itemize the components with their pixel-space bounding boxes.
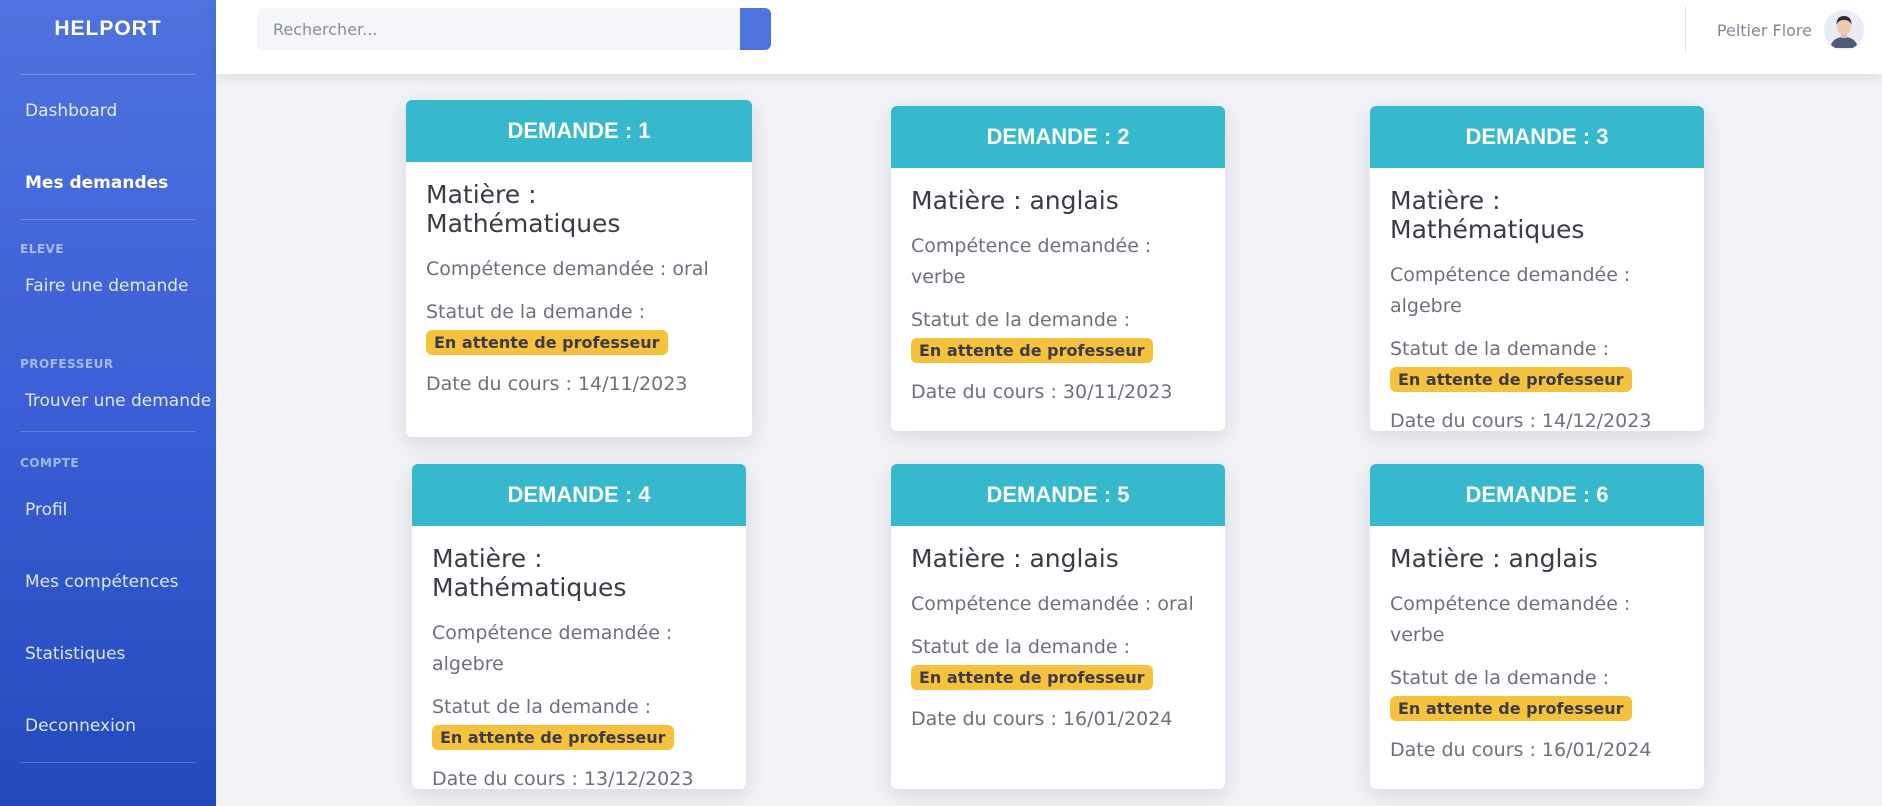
card-date: Date du cours : 16/01/2024 <box>1390 739 1652 761</box>
card-status-label: Statut de la demande : <box>432 696 652 718</box>
request-card: DEMANDE : 1 Matière : Mathématiques Comp… <box>406 100 752 437</box>
card-status-label: Statut de la demande : <box>1390 338 1610 360</box>
user-menu[interactable]: Peltier Flore <box>1717 10 1864 50</box>
sidebar: HELPORT Dashboard Mes demandes ELEVE Fai… <box>0 0 216 806</box>
sidebar-item-deconnexion[interactable]: Deconnexion <box>0 690 216 762</box>
card-header: DEMANDE : 2 <box>891 106 1225 168</box>
request-card: DEMANDE : 3 Matière : Mathématiques Comp… <box>1370 106 1704 431</box>
sidebar-heading-compte: COMPTE <box>20 456 80 470</box>
card-header: DEMANDE : 4 <box>412 464 746 526</box>
card-date: Date du cours : 14/11/2023 <box>426 373 688 395</box>
sidebar-heading-professeur: PROFESSEUR <box>20 357 114 371</box>
card-competence: Compétence demandée : oral <box>911 593 1194 615</box>
search-bar <box>257 8 771 50</box>
status-badge: En attente de professeur <box>1390 367 1632 392</box>
topbar: Peltier Flore <box>216 0 1882 74</box>
card-competence: Compétence demandée : verbe <box>1390 593 1631 646</box>
request-card: DEMANDE : 5 Matière : anglais Compétence… <box>891 464 1225 789</box>
sidebar-item-mes-demandes[interactable]: Mes demandes <box>0 147 216 219</box>
topbar-divider <box>1685 6 1686 54</box>
status-badge: En attente de professeur <box>426 330 668 355</box>
card-subject: Matière : Mathématiques <box>426 180 621 238</box>
status-badge: En attente de professeur <box>911 665 1153 690</box>
card-header: DEMANDE : 6 <box>1370 464 1704 526</box>
avatar <box>1824 10 1864 50</box>
card-date: Date du cours : 14/12/2023 <box>1390 410 1652 431</box>
sidebar-item-trouver-demande[interactable]: Trouver une demande <box>0 375 216 427</box>
sidebar-divider <box>20 431 196 432</box>
card-subject: Matière : anglais <box>911 186 1119 215</box>
card-date: Date du cours : 13/12/2023 <box>432 768 694 789</box>
card-competence: Compétence demandée : algebre <box>1390 264 1631 317</box>
card-status-label: Statut de la demande : <box>1390 667 1610 689</box>
card-competence: Compétence demandée : verbe <box>911 235 1152 288</box>
card-status-label: Statut de la demande : <box>426 301 646 323</box>
search-input[interactable] <box>257 8 740 50</box>
card-competence: Compétence demandée : algebre <box>432 622 673 675</box>
card-header: DEMANDE : 5 <box>891 464 1225 526</box>
card-subject: Matière : Mathématiques <box>1390 186 1585 244</box>
card-date: Date du cours : 30/11/2023 <box>911 381 1173 403</box>
sidebar-item-mes-competences[interactable]: Mes compétences <box>0 546 216 618</box>
sidebar-item-statistiques[interactable]: Statistiques <box>0 618 216 690</box>
card-header: DEMANDE : 1 <box>406 100 752 162</box>
card-competence: Compétence demandée : oral <box>426 258 709 280</box>
request-card: DEMANDE : 2 Matière : anglais Compétence… <box>891 106 1225 431</box>
card-subject: Matière : Mathématiques <box>432 544 627 602</box>
search-button[interactable] <box>740 8 771 50</box>
sidebar-heading-eleve: ELEVE <box>20 242 65 256</box>
sidebar-item-faire-demande[interactable]: Faire une demande <box>0 260 216 312</box>
card-header: DEMANDE : 3 <box>1370 106 1704 168</box>
card-subject: Matière : anglais <box>1390 544 1598 573</box>
sidebar-divider <box>20 762 196 763</box>
card-date: Date du cours : 16/01/2024 <box>911 708 1173 730</box>
card-subject: Matière : anglais <box>911 544 1119 573</box>
request-card: DEMANDE : 4 Matière : Mathématiques Comp… <box>412 464 746 789</box>
sidebar-item-profil[interactable]: Profil <box>0 474 216 546</box>
request-card: DEMANDE : 6 Matière : anglais Compétence… <box>1370 464 1704 789</box>
user-name: Peltier Flore <box>1716 20 1812 40</box>
status-badge: En attente de professeur <box>911 338 1153 363</box>
card-status-label: Statut de la demande : <box>911 636 1131 658</box>
sidebar-divider <box>20 219 196 220</box>
brand-logo[interactable]: HELPORT <box>0 0 216 58</box>
card-status-label: Statut de la demande : <box>911 309 1131 331</box>
sidebar-item-dashboard[interactable]: Dashboard <box>0 75 216 147</box>
status-badge: En attente de professeur <box>432 725 674 750</box>
status-badge: En attente de professeur <box>1390 696 1632 721</box>
